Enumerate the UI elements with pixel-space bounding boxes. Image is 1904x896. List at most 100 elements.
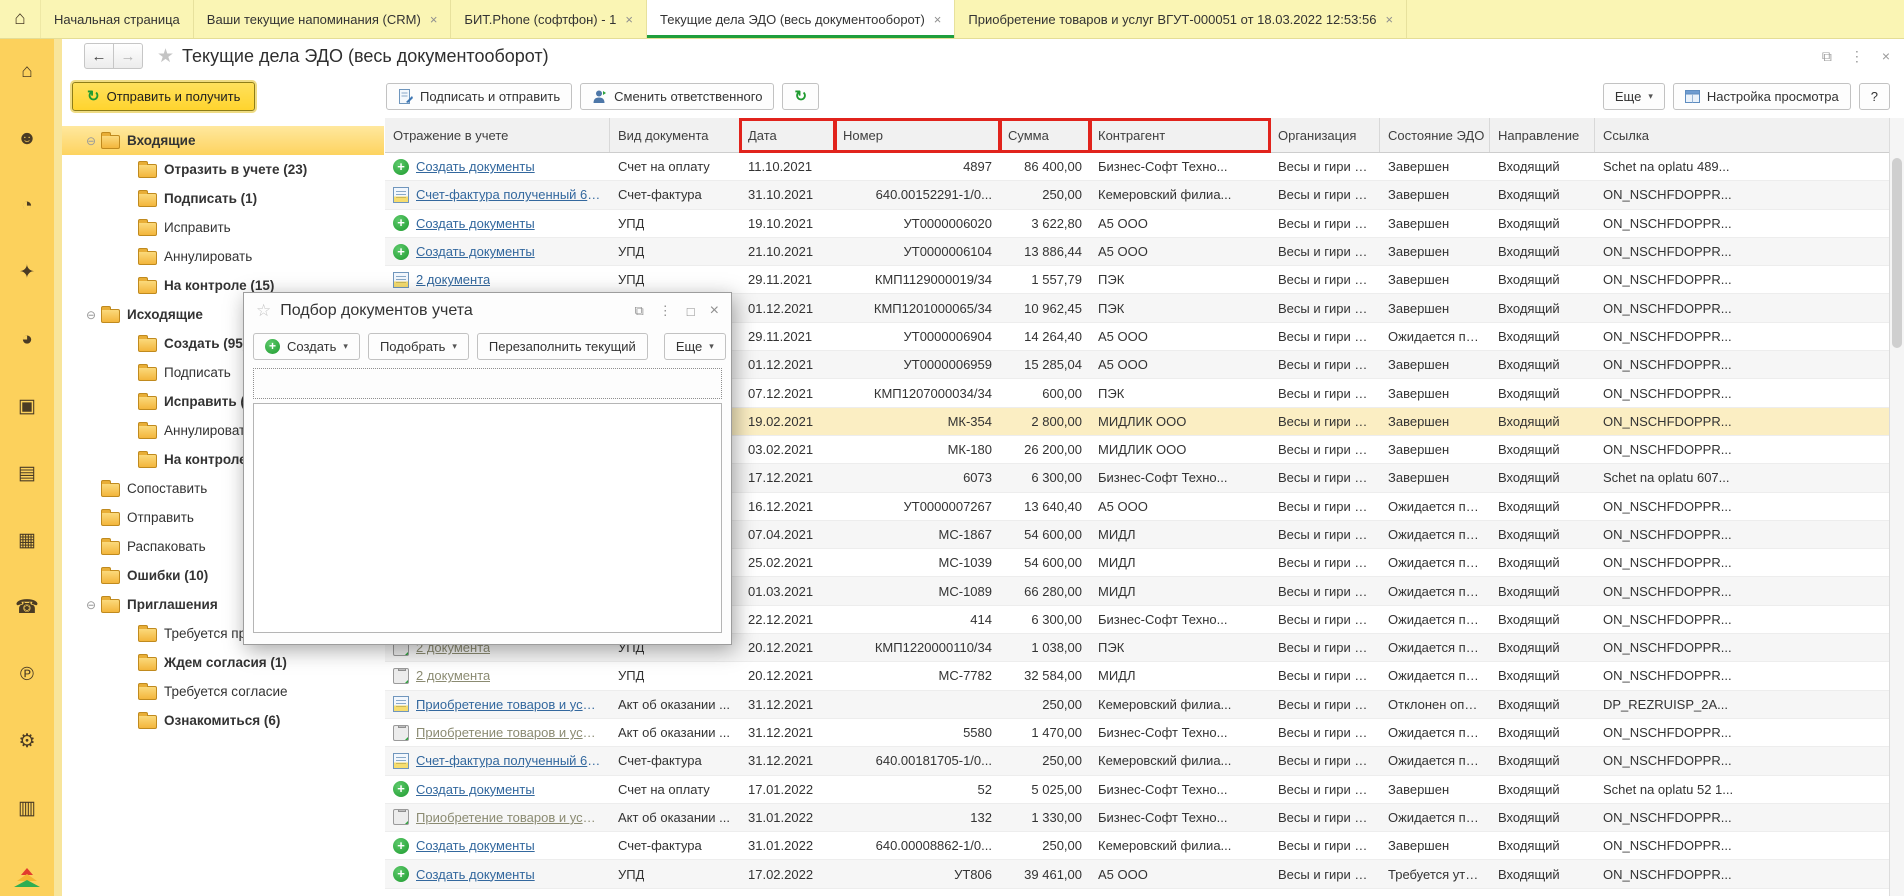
document-link[interactable]: 2 документа (416, 668, 490, 683)
column-header-direction[interactable]: Направление (1490, 118, 1595, 152)
cell-num: 640.00008862-1/0... (835, 832, 1000, 859)
services-icon[interactable]: ✦ (15, 261, 39, 285)
collapse-icon[interactable]: ⊖ (86, 134, 101, 148)
sidebar-item-inv-waiting[interactable]: Ждем согласия (1) (62, 648, 384, 677)
tab-close-icon[interactable]: × (1385, 12, 1393, 27)
sidebar-item-inv-consent[interactable]: Требуется согласие (62, 677, 384, 706)
sidebar-item-inbox-sign[interactable]: Подписать (1) (62, 184, 384, 213)
table-row[interactable]: Счет-фактура полученный 64...Счет-фактур… (385, 181, 1904, 209)
favorite-star-icon[interactable]: ★ (157, 45, 174, 68)
document-link[interactable]: Создать документы (416, 782, 535, 797)
analysis-icon[interactable]: ◕ (15, 328, 39, 352)
document-link[interactable]: Создать документы (416, 159, 535, 174)
tab-close-icon[interactable]: × (625, 12, 633, 27)
document-link[interactable]: Приобретение товаров и услу... (416, 697, 602, 712)
table-row[interactable]: +Создать документыСчет на оплату17.01.20… (385, 776, 1904, 804)
back-button[interactable]: ← (84, 43, 114, 69)
tab-crm-reminders[interactable]: Ваши текущие напоминания (CRM)× (194, 0, 452, 38)
column-header-link[interactable]: Отражение в учете (385, 118, 610, 152)
tab-edo-current[interactable]: Текущие дела ЭДО (весь документооборот)× (647, 0, 955, 38)
column-header-num[interactable]: Номер (835, 118, 1000, 152)
refresh-list-button[interactable]: ↻ (782, 83, 819, 110)
catalogs-icon[interactable]: ▦ (15, 529, 39, 553)
document-link[interactable]: Создать документы (416, 216, 535, 231)
tab-close-icon[interactable]: × (430, 12, 438, 27)
dialog-menu-icon[interactable]: ⋮ (659, 303, 672, 319)
settings-icon[interactable]: ⚙ (15, 730, 39, 754)
document-link[interactable]: Счет-фактура полученный 64... (416, 753, 602, 768)
document-link[interactable]: Приобретение товаров и услу... (416, 810, 602, 825)
document-link[interactable]: Создать документы (416, 838, 535, 853)
table-row[interactable]: Приобретение товаров и услу...Акт об ока… (385, 719, 1904, 747)
column-header-vid[interactable]: Вид документа (610, 118, 740, 152)
sidebar-item-inv-review[interactable]: Ознакомиться (6) (62, 706, 384, 735)
send-receive-button[interactable]: ↻ Отправить и получить (72, 82, 255, 111)
form-menu-icon[interactable]: ⋮ (1850, 48, 1864, 65)
scrollbar-thumb[interactable] (1892, 158, 1902, 348)
table-row[interactable]: +Создать документыУПД19.10.2021УТ0000006… (385, 210, 1904, 238)
column-header-status[interactable]: Состояние ЭДО (1380, 118, 1490, 152)
cell-date: 19.10.2021 (740, 210, 835, 237)
favorite-star-icon[interactable]: ☆ (256, 301, 271, 321)
collapse-icon[interactable]: ⊖ (86, 308, 101, 322)
sidebar-item-inbox-fix[interactable]: Исправить (62, 213, 384, 242)
home-tab-icon[interactable]: ⌂ (0, 0, 41, 38)
table-row[interactable]: Счет-фактура полученный 64...Счет-фактур… (385, 747, 1904, 775)
telephony-icon[interactable]: ☎ (15, 596, 39, 620)
collaboration-icon[interactable]: ☻ (15, 127, 39, 151)
reports-icon[interactable]: ▥ (15, 797, 39, 821)
maximize-icon[interactable]: □ (687, 304, 695, 319)
document-link[interactable]: Создать документы (416, 244, 535, 259)
column-header-sum[interactable]: Сумма (1000, 118, 1090, 152)
sidebar-item-inbox[interactable]: ⊖Входящие (62, 126, 384, 155)
tab-home-page[interactable]: Начальная страница (41, 0, 194, 38)
get-link-icon[interactable]: ⧉ (1822, 48, 1832, 65)
get-link-icon[interactable]: ⧉ (635, 303, 644, 319)
purchases-icon[interactable]: ▤ (15, 462, 39, 486)
monitoring-icon[interactable]: ◔ (15, 194, 39, 218)
collapse-icon[interactable]: ⊖ (86, 598, 101, 612)
dialog-refill-button[interactable]: Перезаполнить текущий (477, 333, 648, 360)
cell-text-vid: УПД (618, 867, 644, 882)
cell-status: Завершен (1380, 153, 1490, 180)
vertical-scrollbar[interactable] (1889, 118, 1904, 896)
tab-purchase-doc[interactable]: Приобретение товаров и услуг ВГУТ-000051… (955, 0, 1407, 38)
more-actions-button[interactable]: Еще▾ (1603, 83, 1665, 110)
change-responsible-button[interactable]: Сменить ответственного (580, 83, 774, 110)
table-row[interactable]: Приобретение товаров и услу...Акт об ока… (385, 804, 1904, 832)
dialog-pick-button[interactable]: Подобрать▾ (368, 333, 469, 360)
table-row[interactable]: 2 документаУПД29.11.2021КМП1129000019/34… (385, 266, 1904, 294)
dialog-create-button[interactable]: + Создать▾ (253, 333, 360, 360)
document-link[interactable]: 2 документа (416, 272, 490, 287)
table-row[interactable]: 2 документаУПД20.12.2021МС-778232 584,00… (385, 662, 1904, 690)
document-link[interactable]: Счет-фактура полученный 64... (416, 187, 602, 202)
document-link[interactable]: Приобретение товаров и услу... (416, 725, 602, 740)
sales-icon[interactable]: ▣ (15, 395, 39, 419)
column-header-date[interactable]: Дата (740, 118, 835, 152)
column-header-org[interactable]: Организация (1270, 118, 1380, 152)
column-header-contragent[interactable]: Контрагент (1090, 118, 1270, 152)
tab-bit-phone[interactable]: БИТ.Phone (софтфон) - 1× (451, 0, 647, 38)
dialog-more-button[interactable]: Еще▾ (664, 333, 726, 360)
view-settings-button[interactable]: Настройка просмотра (1673, 83, 1851, 110)
dialog-empty-row[interactable] (253, 368, 722, 399)
table-row[interactable]: +Создать документыСчет на оплату11.10.20… (385, 153, 1904, 181)
form-close-icon[interactable]: × (1882, 48, 1890, 64)
parking-icon[interactable]: ℗ (15, 663, 39, 687)
table-row[interactable]: Приобретение товаров и услу...Акт об ока… (385, 691, 1904, 719)
table-row[interactable]: +Создать документыУПД21.10.2021УТ0000006… (385, 238, 1904, 266)
home-icon[interactable]: ⌂ (15, 60, 39, 84)
column-header-ref[interactable]: Ссылка (1595, 118, 1890, 152)
sidebar-item-inbox-reflect[interactable]: Отразить в учете (23) (62, 155, 384, 184)
table-row[interactable]: +Создать документыУПД17.02.2022УТ80639 4… (385, 860, 1904, 888)
sidebar-item-inbox-annul[interactable]: Аннулировать (62, 242, 384, 271)
dialog-close-icon[interactable]: × (710, 302, 719, 320)
forward-button[interactable]: → (113, 43, 143, 69)
document-link[interactable]: Создать документы (416, 867, 535, 882)
cell-contragent: Бизнес-Софт Техно... (1090, 464, 1270, 491)
help-button[interactable]: ? (1859, 83, 1890, 110)
tab-close-icon[interactable]: × (934, 12, 942, 27)
dialog-document-list[interactable] (253, 403, 722, 633)
sign-and-send-button[interactable]: Подписать и отправить (386, 83, 572, 110)
table-row[interactable]: +Создать документыСчет-фактура31.01.2022… (385, 832, 1904, 860)
